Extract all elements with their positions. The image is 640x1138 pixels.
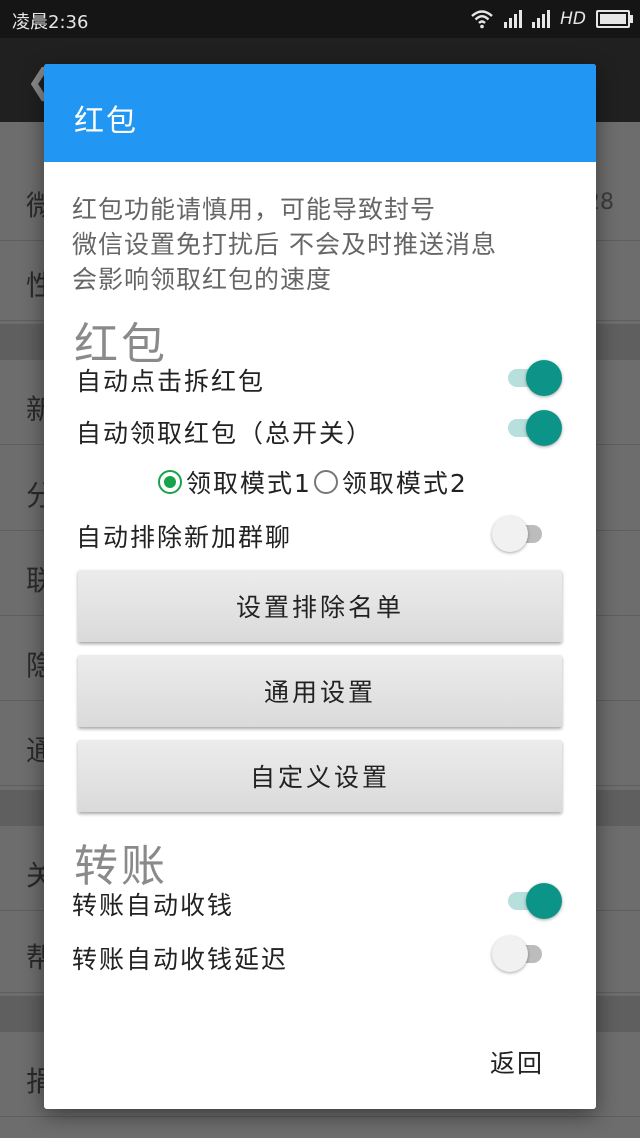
- auto-collect-switch[interactable]: [506, 883, 562, 919]
- set-exclude-list-button[interactable]: 设置排除名单: [78, 570, 562, 642]
- network-type: HD: [560, 9, 586, 29]
- auto-receive-label: 自动领取红包（总开关）: [76, 419, 374, 448]
- transfer-section-title: 转账: [74, 841, 168, 892]
- auto-collect-delay-switch[interactable]: [490, 936, 546, 972]
- custom-settings-button[interactable]: 自定义设置: [78, 740, 562, 812]
- signal-icon-2: [532, 10, 551, 28]
- auto-open-label: 自动点击拆红包: [76, 367, 266, 396]
- mode-1-radio[interactable]: [158, 470, 182, 494]
- dialog-description: 红包功能请慎用，可能导致封号 微信设置免打扰后 不会及时推送消息 会影响领取红包…: [72, 192, 497, 297]
- exclude-new-groups-label: 自动排除新加群聊: [76, 523, 293, 552]
- battery-icon: [596, 10, 633, 28]
- auto-collect-label: 转账自动收钱: [72, 891, 235, 920]
- auto-open-switch[interactable]: [506, 360, 562, 396]
- wifi-icon: [471, 10, 493, 29]
- dialog-header: 红包: [44, 64, 596, 162]
- description-line: 会影响领取红包的速度: [72, 265, 333, 294]
- status-time: 凌晨2:36: [12, 12, 89, 33]
- exclude-new-groups-switch[interactable]: [490, 516, 546, 552]
- status-bar: 凌晨2:36 HD: [0, 0, 640, 38]
- dialog-title: 红包: [74, 104, 138, 139]
- description-line: 微信设置免打扰后 不会及时推送消息: [72, 230, 497, 259]
- red-packet-dialog: 红包 红包功能请慎用，可能导致封号 微信设置免打扰后 不会及时推送消息 会影响领…: [44, 64, 596, 1109]
- back-button[interactable]: 返回: [490, 1044, 544, 1080]
- signal-icon-1: [504, 10, 523, 28]
- mode-radio-group: 领取模式1 领取模式2: [158, 464, 468, 500]
- auto-receive-switch[interactable]: [506, 410, 562, 446]
- status-icons: HD: [470, 6, 633, 32]
- auto-collect-delay-label: 转账自动收钱延迟: [72, 945, 289, 974]
- mode-1-label[interactable]: 领取模式1: [186, 464, 312, 500]
- description-line: 红包功能请慎用，可能导致封号: [72, 195, 437, 224]
- mode-2-label[interactable]: 领取模式2: [342, 464, 468, 500]
- general-settings-button[interactable]: 通用设置: [78, 655, 562, 727]
- mode-2-radio[interactable]: [313, 470, 338, 494]
